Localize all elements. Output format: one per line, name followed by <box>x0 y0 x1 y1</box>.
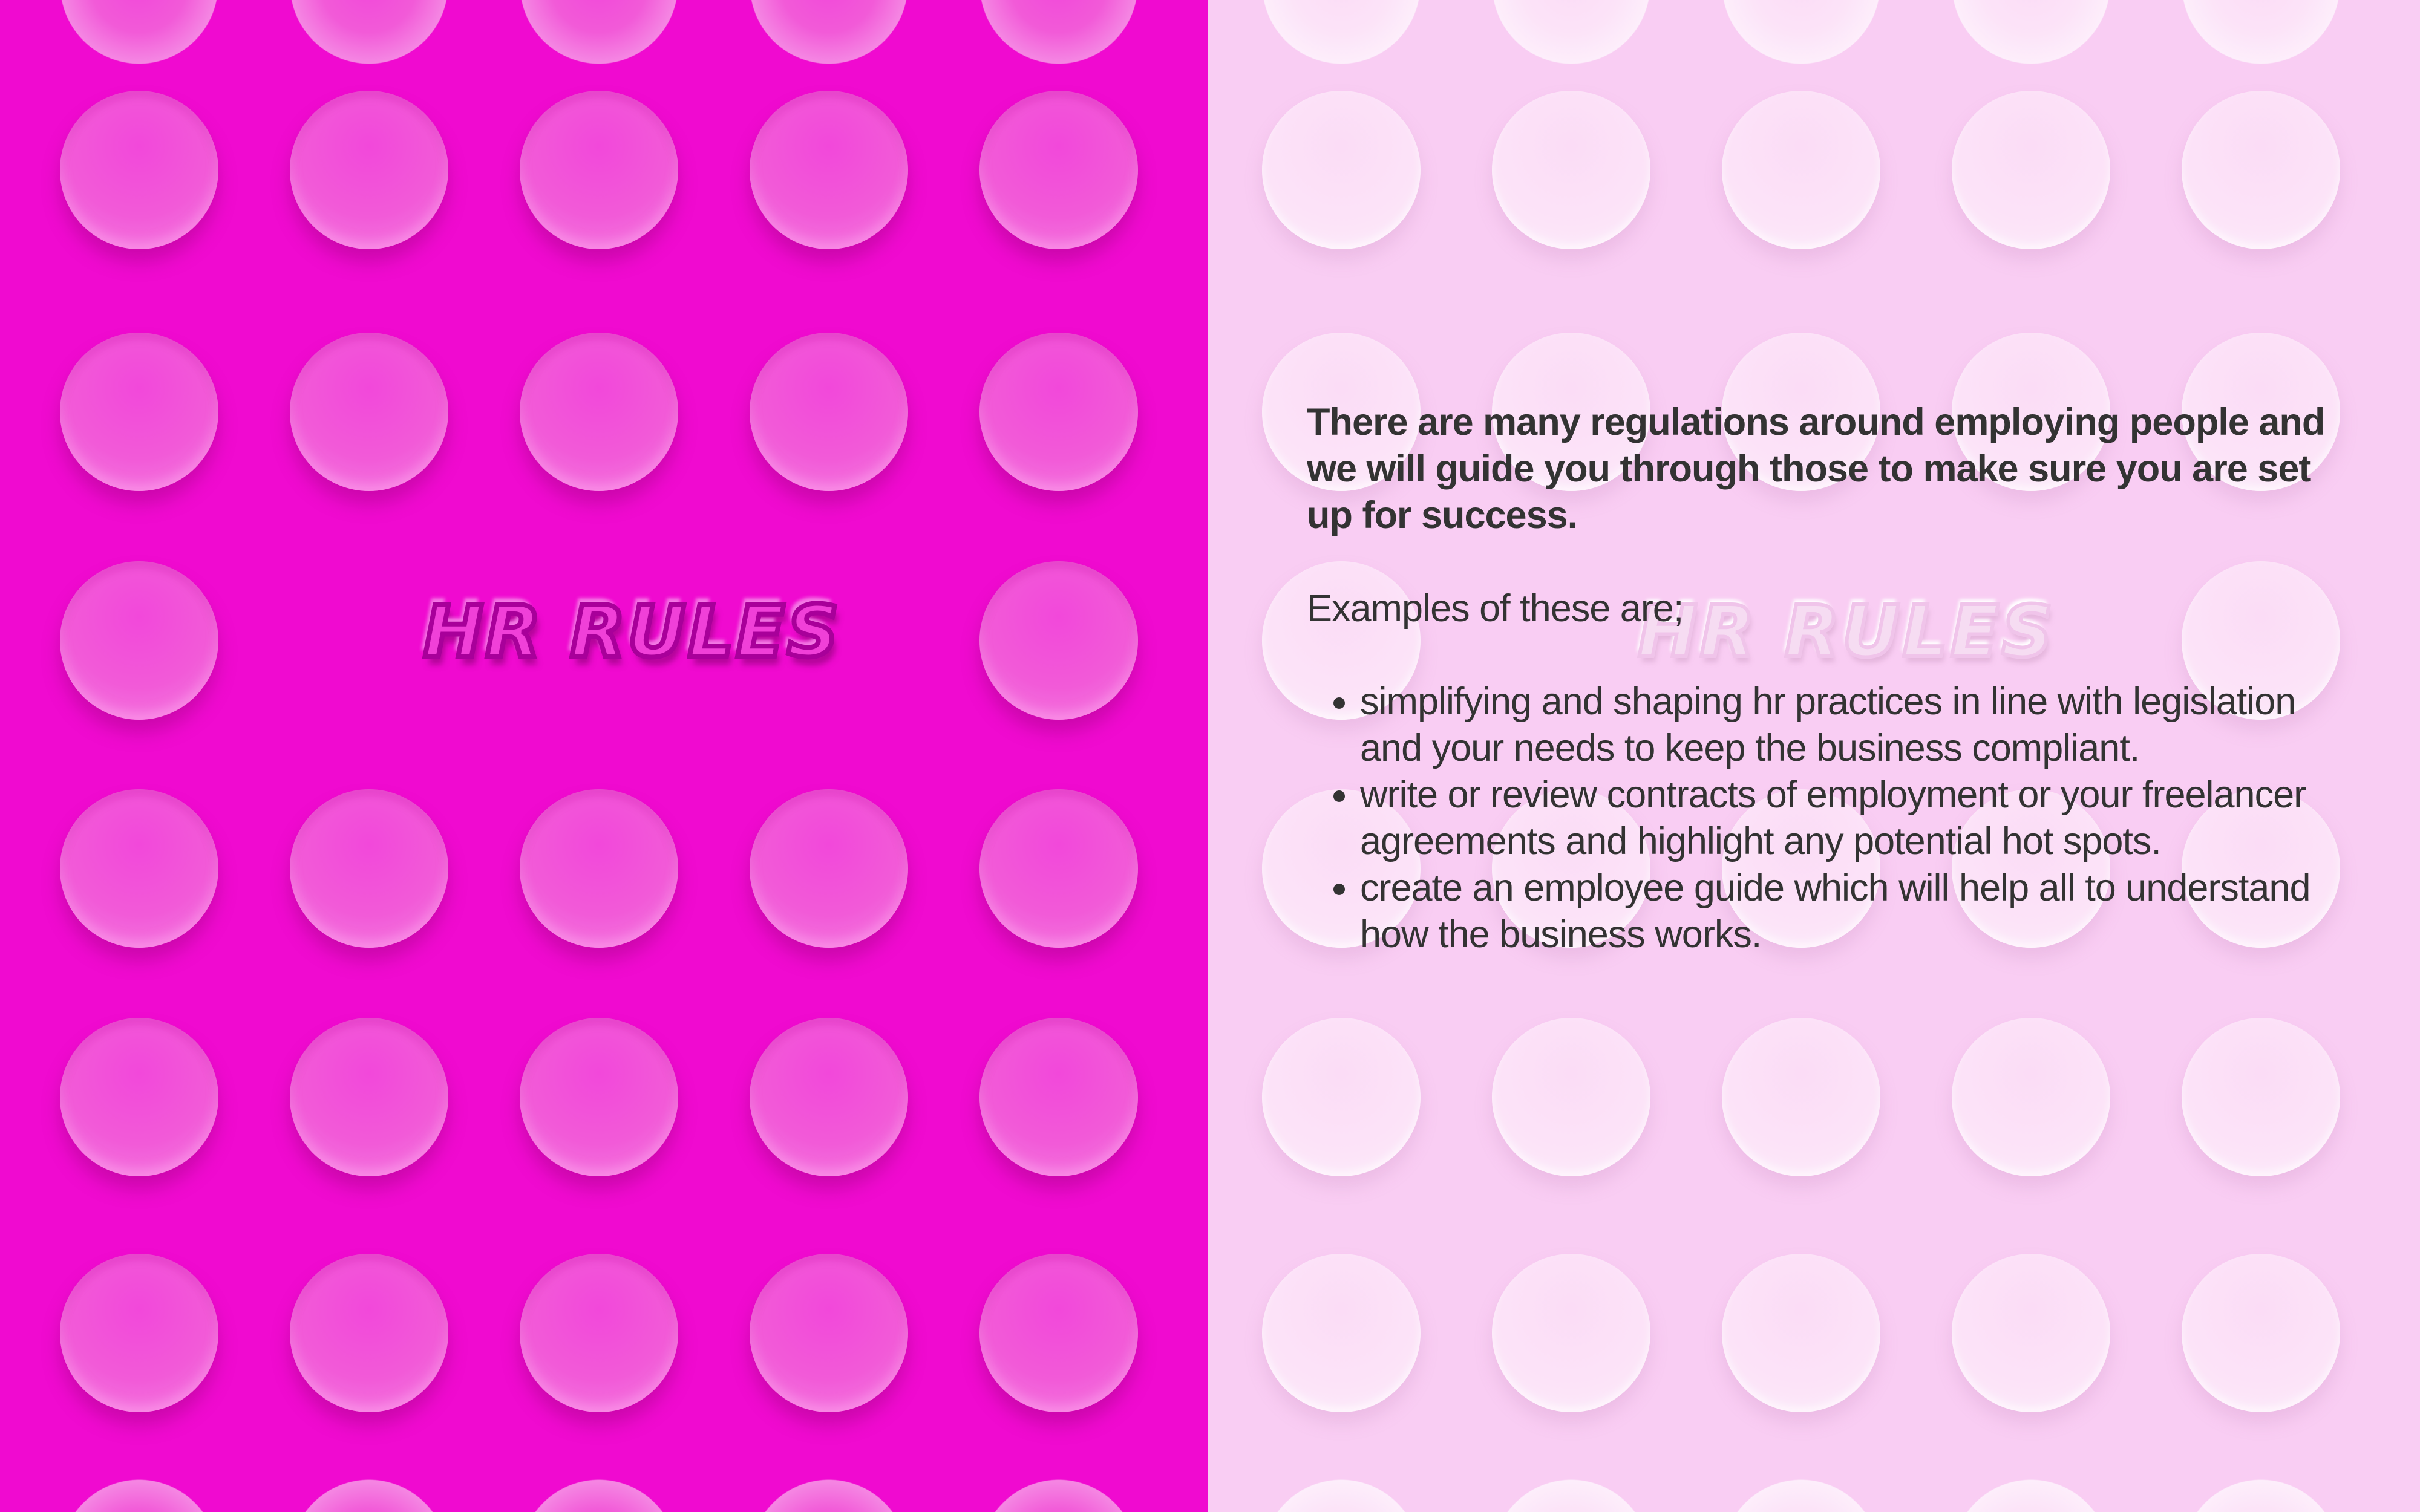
pattern-dot <box>1492 1479 1650 1512</box>
pattern-dot <box>290 1018 448 1176</box>
hr-rules-logo: HR RULES <box>421 587 842 676</box>
pattern-dot <box>1492 91 1650 249</box>
content-block: There are many regulations around employ… <box>1307 399 2335 958</box>
pattern-dot <box>290 1254 448 1412</box>
pattern-dot <box>750 789 908 948</box>
pattern-dot <box>2182 91 2340 249</box>
list-item: write or review contracts of employment … <box>1360 772 2335 865</box>
pattern-dot <box>520 789 678 948</box>
intro-text: There are many regulations around employ… <box>1307 401 2325 536</box>
pattern-dot <box>1722 1479 1880 1512</box>
pattern-dot <box>1722 91 1880 249</box>
pattern-dot <box>750 91 908 249</box>
pattern-dot <box>750 1479 908 1512</box>
pattern-dot <box>290 789 448 948</box>
pattern-dot <box>750 1254 908 1412</box>
pattern-dot <box>2182 1479 2340 1512</box>
pattern-dot <box>290 91 448 249</box>
pattern-dot <box>60 0 218 64</box>
list-item: simplifying and shaping hr practices in … <box>1360 679 2335 772</box>
pattern-dot <box>979 0 1138 64</box>
pattern-dot <box>979 1018 1138 1176</box>
pattern-dot <box>60 561 218 720</box>
pattern-dot <box>1952 1018 2110 1176</box>
pattern-dot <box>520 333 678 491</box>
pattern-dot <box>60 1254 218 1412</box>
pattern-dot <box>60 333 218 491</box>
list-item: create an employee guide which will help… <box>1360 865 2335 958</box>
pattern-dot <box>979 561 1138 720</box>
pattern-dot <box>1262 1479 1421 1512</box>
pattern-dot <box>290 1479 448 1512</box>
pattern-dot <box>290 0 448 64</box>
pattern-dot <box>1952 1254 2110 1412</box>
pattern-dot <box>520 91 678 249</box>
pattern-dot <box>520 0 678 64</box>
pattern-dot <box>1492 1254 1650 1412</box>
pattern-dot <box>1952 91 2110 249</box>
pattern-dot <box>290 333 448 491</box>
pattern-dot <box>1492 1018 1650 1176</box>
pattern-dot <box>750 1018 908 1176</box>
pattern-dot <box>1262 91 1421 249</box>
pattern-dot <box>1722 1254 1880 1412</box>
pattern-dot <box>1262 1018 1421 1176</box>
examples-list: simplifying and shaping hr practices in … <box>1307 679 2335 958</box>
pattern-dot <box>520 1018 678 1176</box>
pattern-dot <box>1952 1479 2110 1512</box>
pattern-dot <box>979 789 1138 948</box>
pattern-dot <box>979 1254 1138 1412</box>
pattern-dot <box>2182 1254 2340 1412</box>
pattern-dot <box>750 333 908 491</box>
pattern-dot <box>1262 1254 1421 1412</box>
pattern-dot <box>1262 0 1421 64</box>
pattern-dot <box>60 91 218 249</box>
pattern-dot <box>750 0 908 64</box>
pattern-dot <box>979 91 1138 249</box>
pattern-dot <box>520 1254 678 1412</box>
pattern-dot <box>1492 0 1650 64</box>
pattern-dot <box>2182 1018 2340 1176</box>
pattern-dot <box>1722 1018 1880 1176</box>
pattern-dot <box>60 1479 218 1512</box>
pattern-dot <box>520 1479 678 1512</box>
pattern-dot <box>60 789 218 948</box>
pattern-dot <box>979 333 1138 491</box>
pattern-dot <box>2182 0 2340 64</box>
pattern-dot <box>1952 0 2110 64</box>
pattern-dot <box>60 1018 218 1176</box>
pattern-dot <box>979 1479 1138 1512</box>
examples-lead: Examples of these are; <box>1307 587 1684 630</box>
pattern-dot <box>1722 0 1880 64</box>
left-pattern-panel: HR RULES <box>0 0 1208 1512</box>
